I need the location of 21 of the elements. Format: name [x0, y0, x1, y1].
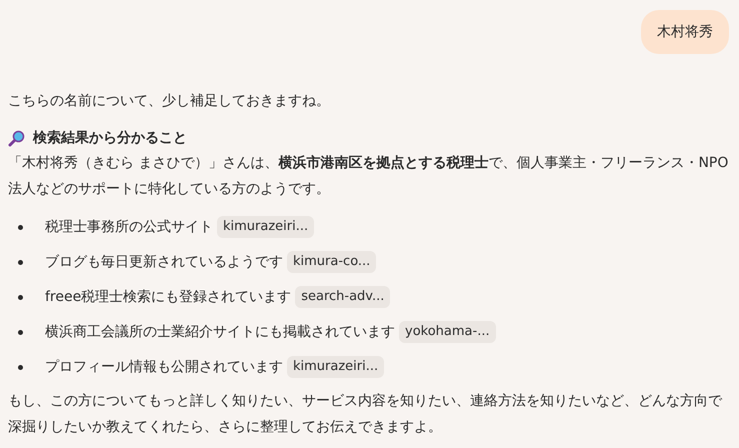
source-link[interactable]: search-adv...	[295, 286, 390, 308]
search-icon	[8, 130, 25, 146]
source-link[interactable]: kimurazeiri...	[287, 356, 384, 378]
bullet-icon	[18, 224, 23, 230]
reply-text: こちらの名前について、少し補足しておきますね。	[8, 92, 331, 111]
closing-text: もし、この方についてもっと詳しく知りたい、サービス内容を知りたい、連絡方法を知りたいなど、どんな方向で深掘りしたいか教えてくれたら、さらに整理してお伝えできますよ。	[8, 392, 724, 437]
source-link[interactable]: yokohama-...	[399, 321, 496, 343]
bullet-icon	[18, 330, 23, 334]
source-text: 税理士事務所の公式サイト	[45, 218, 213, 237]
bullet-icon	[18, 364, 23, 370]
source-text: freee税理士検索にも登録されています	[45, 288, 292, 307]
bullet-icon	[18, 260, 23, 264]
source-text: プロフィール情報も公開されています	[45, 358, 283, 377]
source-link[interactable]: kimura-co...	[287, 251, 376, 273]
user-message: 木村将秀	[641, 10, 729, 54]
bullet-icon	[18, 294, 23, 300]
summary-text: 「木村将秀（きむら まさひで）」さんは、横浜市港南区を拠点とする税理士で、個人事業主・フリーランス・NPO法人などのサポートに特化している方のようです。	[8, 154, 729, 199]
source-link[interactable]: kimurazeiri...	[217, 216, 314, 238]
section-heading: 検索結果から分かること	[33, 129, 187, 148]
source-text: ブログも毎日更新されているようです	[45, 253, 283, 272]
source-text: 横浜商工会議所の士業紹介サイトにも掲載されています	[45, 323, 395, 342]
